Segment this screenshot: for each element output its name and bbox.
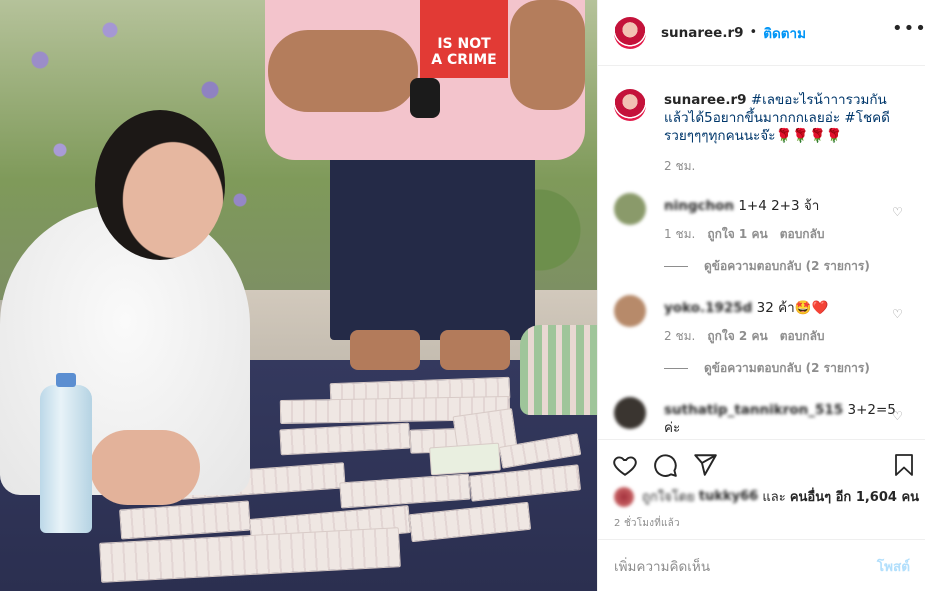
man-arm-right: [510, 0, 585, 110]
comment-item: yoko.1925d 32 ค้า🤩❤️ 2 ชม. ถูกใจ 2 คน ตอ…: [614, 295, 910, 377]
caption: sunaree.r9 #เลขอะไรน้าาารวมกันแล้วได้5อย…: [614, 89, 910, 175]
comment-like-heart-icon[interactable]: ♡: [892, 307, 904, 321]
comment-item: suthatip_tannikron_515 3+2=5 ค่ะ ♡: [614, 397, 910, 437]
comment-item: ningchon 1+4 2+3 จ้า 1 ชม. ถูกใจ 1 คน ตอ…: [614, 193, 910, 275]
instagram-post: IS NOT A CRIME sunaree.r9 • ติดตาม ••• s…: [0, 0, 925, 591]
heart-icon[interactable]: [612, 452, 638, 478]
comment-text: 32 ค้า🤩❤️: [756, 300, 829, 316]
child-figure: [520, 325, 597, 415]
commenter-avatar[interactable]: [614, 295, 646, 327]
reply-button[interactable]: ตอบกลับ: [780, 327, 825, 345]
add-comment-bar: เพิ่มความคิดเห็น โพสต์: [598, 539, 925, 591]
man-arm-left: [268, 30, 418, 112]
comment-time: 2 ชม.: [664, 329, 696, 343]
wrist-watch: [410, 78, 440, 118]
comment-icon[interactable]: [652, 452, 678, 478]
comments-list[interactable]: sunaree.r9 #เลขอะไรน้าาารวมกันแล้วได้5อย…: [598, 67, 925, 439]
share-icon[interactable]: [692, 452, 718, 478]
commenter-avatar[interactable]: [614, 397, 646, 429]
post-comment-button[interactable]: โพสต์: [877, 555, 910, 577]
view-replies-label: ดูข้อความตอบกลับ (2 รายการ): [704, 259, 870, 273]
post-header: sunaree.r9 • ติดตาม •••: [598, 0, 925, 66]
man-leg-left: [350, 330, 420, 370]
caption-username[interactable]: sunaree.r9: [664, 92, 747, 108]
more-options-icon[interactable]: •••: [892, 20, 925, 42]
liker-username[interactable]: tukky66: [699, 489, 758, 504]
view-replies-label: ดูข้อความตอบกลับ (2 รายการ): [704, 361, 870, 375]
likes-suffix: และ: [762, 490, 786, 505]
woman-head: [95, 110, 225, 260]
comment-text: 1+4 2+3 จ้า: [738, 198, 820, 214]
separator-dot: •: [749, 25, 758, 40]
comment-input[interactable]: เพิ่มความคิดเห็น: [614, 555, 877, 577]
author-avatar[interactable]: [614, 16, 646, 49]
commenter-username[interactable]: ningchon: [664, 198, 734, 214]
comment-likes[interactable]: ถูกใจ 2 คน: [707, 327, 767, 345]
action-bar: [598, 439, 925, 491]
comment-like-heart-icon[interactable]: ♡: [892, 409, 904, 423]
caption-avatar[interactable]: [614, 89, 646, 121]
comment-likes[interactable]: ถูกใจ 1 คน: [707, 225, 767, 243]
shirt-slogan: IS NOT A CRIME: [420, 36, 508, 68]
view-replies-button[interactable]: ดูข้อความตอบกลับ (2 รายการ): [634, 257, 910, 275]
replies-line: [664, 367, 688, 369]
commenter-avatar[interactable]: [614, 193, 646, 225]
liker-avatar[interactable]: [614, 486, 634, 507]
likes-others[interactable]: คนอื่นๆ อีก 1,604 คน: [790, 486, 919, 507]
commenter-username[interactable]: yoko.1925d: [664, 300, 752, 316]
reply-button[interactable]: ตอบกลับ: [780, 225, 825, 243]
commenter-username[interactable]: suthatip_tannikron_515: [664, 402, 843, 418]
post-timestamp[interactable]: 2 ชั่วโมงที่แล้ว: [614, 516, 680, 531]
replies-line: [664, 265, 688, 267]
comment-like-heart-icon[interactable]: ♡: [892, 205, 904, 219]
likes-prefix: ถูกใจโดย: [642, 490, 695, 505]
bookmark-icon[interactable]: [892, 452, 916, 478]
water-bottle: [40, 373, 92, 533]
comment-time: 1 ชม.: [664, 227, 696, 241]
post-side-panel: sunaree.r9 • ติดตาม ••• sunaree.r9 #เลขอ…: [597, 0, 925, 591]
view-replies-button[interactable]: ดูข้อความตอบกลับ (2 รายการ): [634, 359, 910, 377]
author-username[interactable]: sunaree.r9: [661, 25, 744, 41]
caption-time: 2 ชม.: [664, 159, 696, 173]
follow-button[interactable]: ติดตาม: [763, 22, 806, 44]
woman-hands: [90, 430, 200, 505]
man-leg-right: [440, 330, 510, 370]
post-photo[interactable]: IS NOT A CRIME: [0, 0, 597, 591]
shirt-slogan-text: IS NOT A CRIME: [431, 36, 497, 68]
likes-summary[interactable]: ถูกใจโดย tukky66 และ คนอื่นๆ อีก 1,604 ค…: [614, 486, 919, 507]
